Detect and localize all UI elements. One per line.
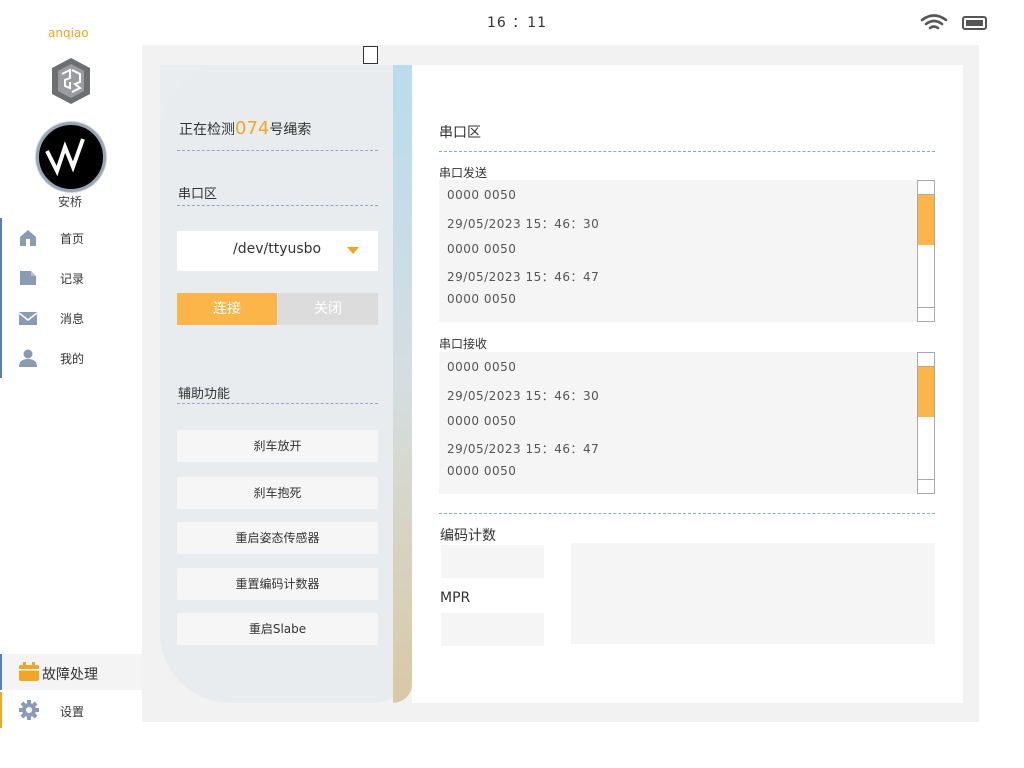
- mpr-value: [441, 613, 544, 646]
- sidebar-item-label: 设置: [60, 705, 85, 719]
- brand-name: anqiao: [48, 26, 89, 40]
- sidebar-item-label: 首页: [60, 231, 85, 246]
- serial-area-title: 串口区: [439, 125, 481, 141]
- log-line: 29/05/2023 15：46：30: [447, 389, 600, 403]
- divider: [177, 403, 378, 404]
- restart-attitude-sensor-button[interactable]: 重启姿态传感器: [177, 522, 378, 554]
- scrollbar-thumb[interactable]: [918, 367, 934, 417]
- brake-release-button[interactable]: 刹车放开: [177, 430, 378, 462]
- scroll-up-button[interactable]: [918, 353, 934, 367]
- log-line: 0000 0050: [447, 414, 517, 428]
- encoder-count-value: [441, 545, 544, 578]
- user-name: 安桥: [58, 195, 83, 209]
- sidebar-item-label: 消息: [60, 311, 85, 326]
- calendar-icon: [19, 662, 39, 681]
- sidebar-item-label: 记录: [60, 271, 85, 286]
- log-line: 0000 0050: [447, 188, 517, 202]
- port-select-value: /dev/ttyusbo: [233, 241, 322, 257]
- sidebar-nav: 首页 记录 消息 我的: [0, 218, 142, 378]
- log-line: 29/05/2023 15：46：47: [447, 270, 600, 284]
- log-line: 0000 0050: [447, 464, 517, 478]
- rope-number: 074: [235, 118, 270, 139]
- divider: [439, 513, 935, 514]
- sidebar-item-fault[interactable]: 故障处理: [0, 654, 142, 690]
- log-line: 0000 0050: [447, 242, 517, 256]
- close-button[interactable]: 关闭: [278, 293, 378, 325]
- document-icon: [20, 271, 36, 285]
- divider: [439, 151, 935, 152]
- sidebar-item-label: 故障处理: [42, 667, 98, 683]
- serial-send-log[interactable]: 0000 0050 29/05/2023 15：46：30 0000 0050 …: [439, 180, 935, 322]
- serial-section-label: 串口区: [178, 187, 218, 202]
- serial-send-label: 串口发送: [439, 166, 488, 180]
- company-logo: [52, 58, 90, 104]
- divider: [177, 150, 378, 151]
- scroll-down-button[interactable]: [918, 479, 934, 493]
- mpr-label: MPR: [440, 590, 471, 606]
- avatar[interactable]: [36, 122, 106, 192]
- connect-button[interactable]: 连接: [177, 293, 277, 325]
- receive-log-scrollbar[interactable]: [917, 352, 935, 494]
- gear-icon: [19, 700, 39, 720]
- log-line: 29/05/2023 15：46：47: [447, 442, 600, 456]
- detection-title-prefix: 正在检测: [179, 122, 235, 138]
- restart-slabe-button[interactable]: 重启Slabe: [177, 613, 378, 645]
- scroll-down-button[interactable]: [918, 307, 934, 321]
- mail-icon: [18, 312, 38, 325]
- log-line: 0000 0050: [447, 292, 517, 306]
- detection-title: 正在检测074号绳索: [179, 118, 311, 139]
- status-clock: 16 ：11: [487, 15, 548, 31]
- wifi-icon: [920, 14, 948, 30]
- placeholder-box: [363, 46, 378, 64]
- sidebar-item-mine[interactable]: 我的: [0, 338, 142, 378]
- sidebar-item-label: 我的: [60, 351, 85, 366]
- scroll-up-button[interactable]: [918, 181, 934, 195]
- aux-section-label: 辅助功能: [178, 387, 231, 402]
- home-icon: [20, 230, 36, 246]
- sidebar-item-records[interactable]: 记录: [0, 258, 142, 298]
- divider: [177, 205, 378, 206]
- log-line: 29/05/2023 15：46：30: [447, 217, 600, 231]
- serial-receive-label: 串口接收: [439, 337, 488, 351]
- reset-encoder-counter-button[interactable]: 重置编码计数器: [177, 568, 378, 600]
- encoder-count-label: 编码计数: [440, 528, 496, 544]
- port-select[interactable]: /dev/ttyusbo: [177, 231, 378, 271]
- data-display-area: [571, 543, 935, 644]
- panel-accent-strip: [393, 65, 412, 703]
- sidebar-item-home[interactable]: 首页: [0, 218, 142, 258]
- sidebar-item-messages[interactable]: 消息: [0, 298, 142, 338]
- log-line: 0000 0050: [447, 360, 517, 374]
- scrollbar-thumb[interactable]: [918, 195, 934, 245]
- detection-title-suffix: 号绳索: [269, 122, 312, 138]
- send-log-scrollbar[interactable]: [917, 180, 935, 322]
- chevron-down-icon: [347, 247, 359, 254]
- user-icon: [19, 349, 37, 367]
- battery-icon: [962, 16, 987, 30]
- serial-receive-log[interactable]: 0000 0050 29/05/2023 15：46：30 0000 0050 …: [439, 352, 935, 494]
- sidebar-item-settings[interactable]: 设置: [0, 692, 142, 728]
- brake-lock-button[interactable]: 刹车抱死: [177, 477, 378, 509]
